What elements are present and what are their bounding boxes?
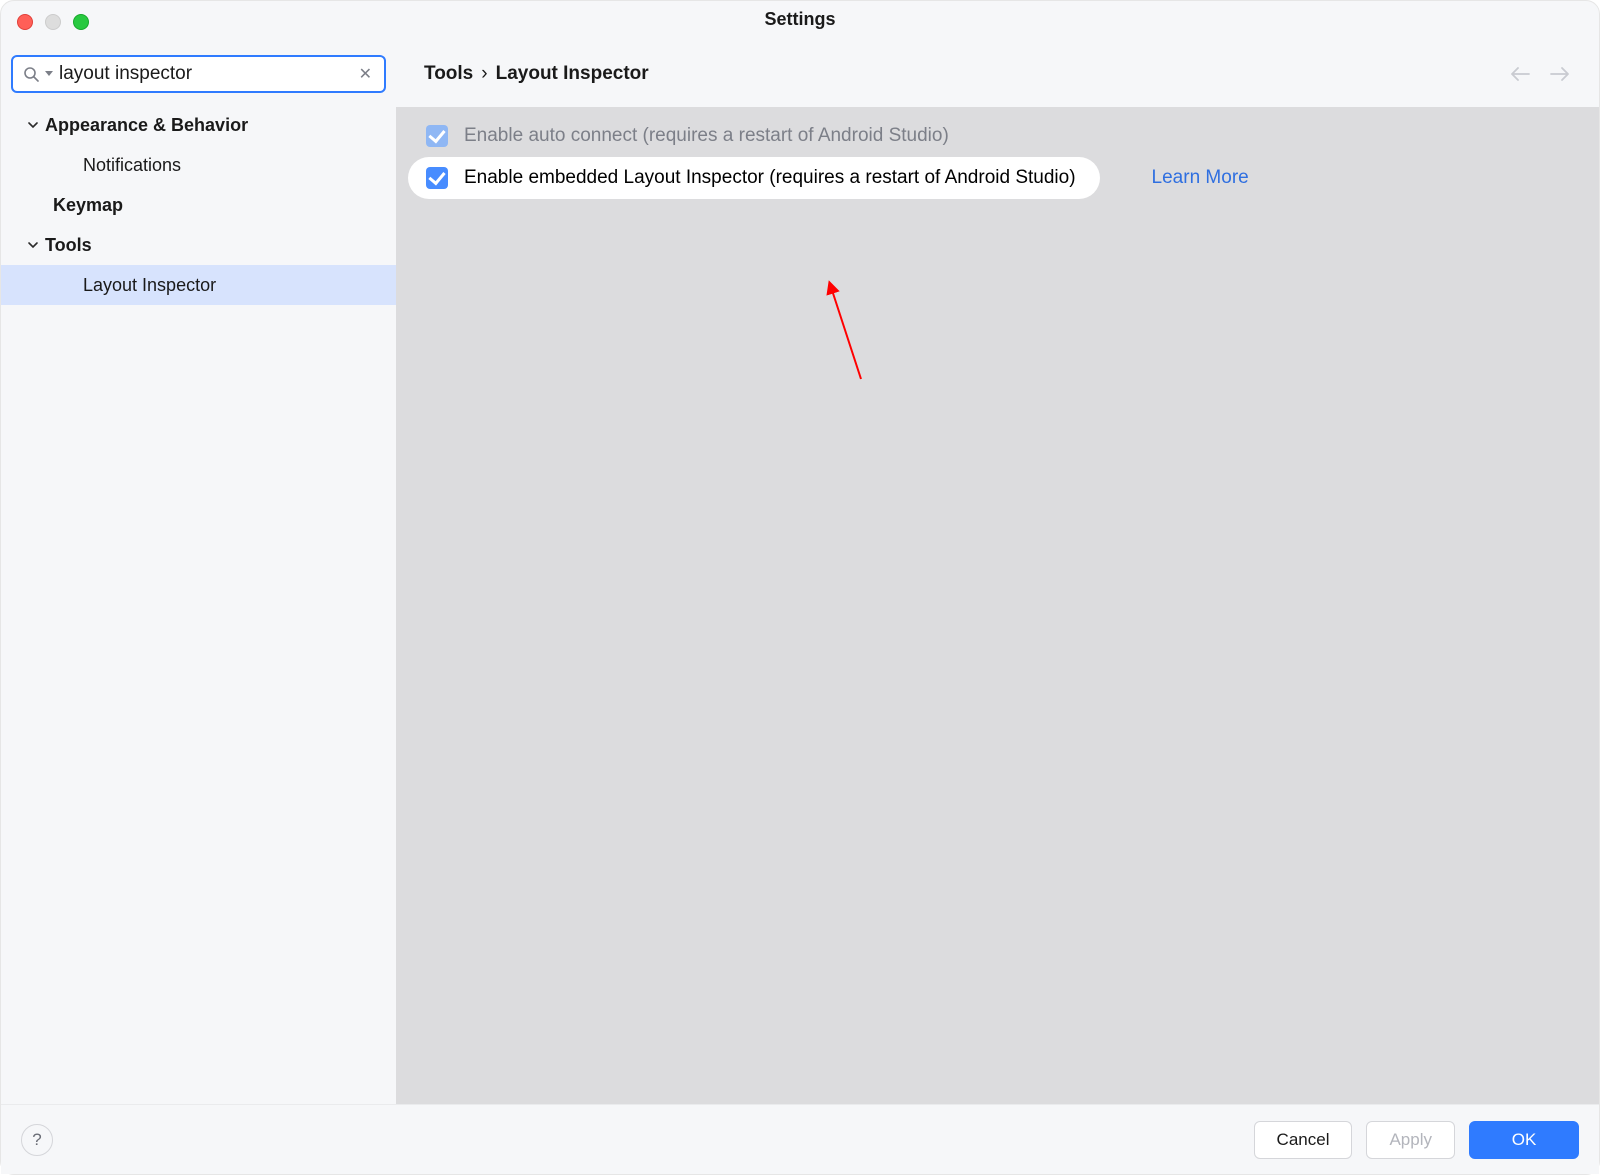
button-label: Apply — [1389, 1130, 1432, 1150]
search-wrap: ✕ — [1, 55, 396, 105]
chevron-down-icon — [23, 119, 43, 131]
sidebar-item-notifications[interactable]: Notifications — [1, 145, 396, 185]
search-icon — [23, 66, 39, 82]
breadcrumb-separator-icon: › — [481, 63, 487, 85]
sidebar-item-label: Notifications — [83, 155, 181, 176]
sidebar-item-label: Layout Inspector — [83, 275, 216, 296]
window-minimize-button[interactable] — [45, 14, 61, 30]
option-embedded-row: Enable embedded Layout Inspector (requir… — [396, 157, 1599, 199]
learn-more-link[interactable]: Learn More — [1152, 167, 1249, 189]
sidebar-item-label: Appearance & Behavior — [45, 115, 248, 136]
option-label: Enable auto connect (requires a restart … — [464, 125, 949, 147]
content-header: Tools › Layout Inspector — [396, 41, 1599, 107]
search-clear-icon[interactable]: ✕ — [357, 64, 374, 84]
sidebar: ✕ Appearance & Behavior Notifications Ke… — [1, 41, 396, 1104]
nav-forward-icon[interactable] — [1549, 66, 1571, 82]
annotation-arrow-icon — [821, 269, 891, 389]
search-input[interactable] — [59, 63, 351, 85]
nav-back-icon[interactable] — [1509, 66, 1531, 82]
header-nav — [1509, 66, 1571, 82]
sidebar-item-label: Keymap — [53, 195, 123, 216]
sidebar-item-label: Tools — [45, 235, 92, 256]
window-maximize-button[interactable] — [73, 14, 89, 30]
body: ✕ Appearance & Behavior Notifications Ke… — [1, 41, 1599, 1104]
window-title: Settings — [764, 9, 835, 30]
help-button[interactable]: ? — [21, 1124, 53, 1156]
footer: ? Cancel Apply OK — [1, 1104, 1599, 1174]
ok-button[interactable]: OK — [1469, 1121, 1579, 1159]
sidebar-item-layout-inspector[interactable]: Layout Inspector — [1, 265, 396, 305]
search-dropdown-icon[interactable] — [45, 71, 53, 77]
breadcrumb-current: Layout Inspector — [496, 63, 649, 85]
option-label: Enable embedded Layout Inspector (requir… — [464, 167, 1076, 189]
cancel-button[interactable]: Cancel — [1254, 1121, 1353, 1159]
traffic-lights — [17, 14, 89, 30]
button-label: Cancel — [1277, 1130, 1330, 1150]
help-icon: ? — [32, 1130, 41, 1150]
checkbox-auto-connect[interactable] — [426, 125, 448, 147]
option-embedded[interactable]: Enable embedded Layout Inspector (requir… — [408, 157, 1100, 199]
settings-window: Settings ✕ — [0, 0, 1600, 1175]
content: Tools › Layout Inspector Enab — [396, 41, 1599, 1104]
window-close-button[interactable] — [17, 14, 33, 30]
apply-button: Apply — [1366, 1121, 1455, 1159]
breadcrumb: Tools › Layout Inspector — [424, 63, 649, 85]
sidebar-item-tools[interactable]: Tools — [1, 225, 396, 265]
chevron-down-icon — [23, 239, 43, 251]
checkbox-embedded[interactable] — [426, 167, 448, 189]
content-pane: Enable auto connect (requires a restart … — [396, 107, 1599, 1104]
sidebar-item-keymap[interactable]: Keymap — [1, 185, 396, 225]
breadcrumb-parent[interactable]: Tools — [424, 63, 473, 85]
option-auto-connect[interactable]: Enable auto connect (requires a restart … — [396, 115, 1599, 157]
search-field[interactable]: ✕ — [11, 55, 386, 93]
settings-tree: Appearance & Behavior Notifications Keym… — [1, 105, 396, 305]
option-embedded-highlight: Enable embedded Layout Inspector (requir… — [408, 157, 1100, 199]
sidebar-item-appearance-behavior[interactable]: Appearance & Behavior — [1, 105, 396, 145]
button-label: OK — [1512, 1130, 1537, 1150]
titlebar: Settings — [1, 1, 1599, 41]
